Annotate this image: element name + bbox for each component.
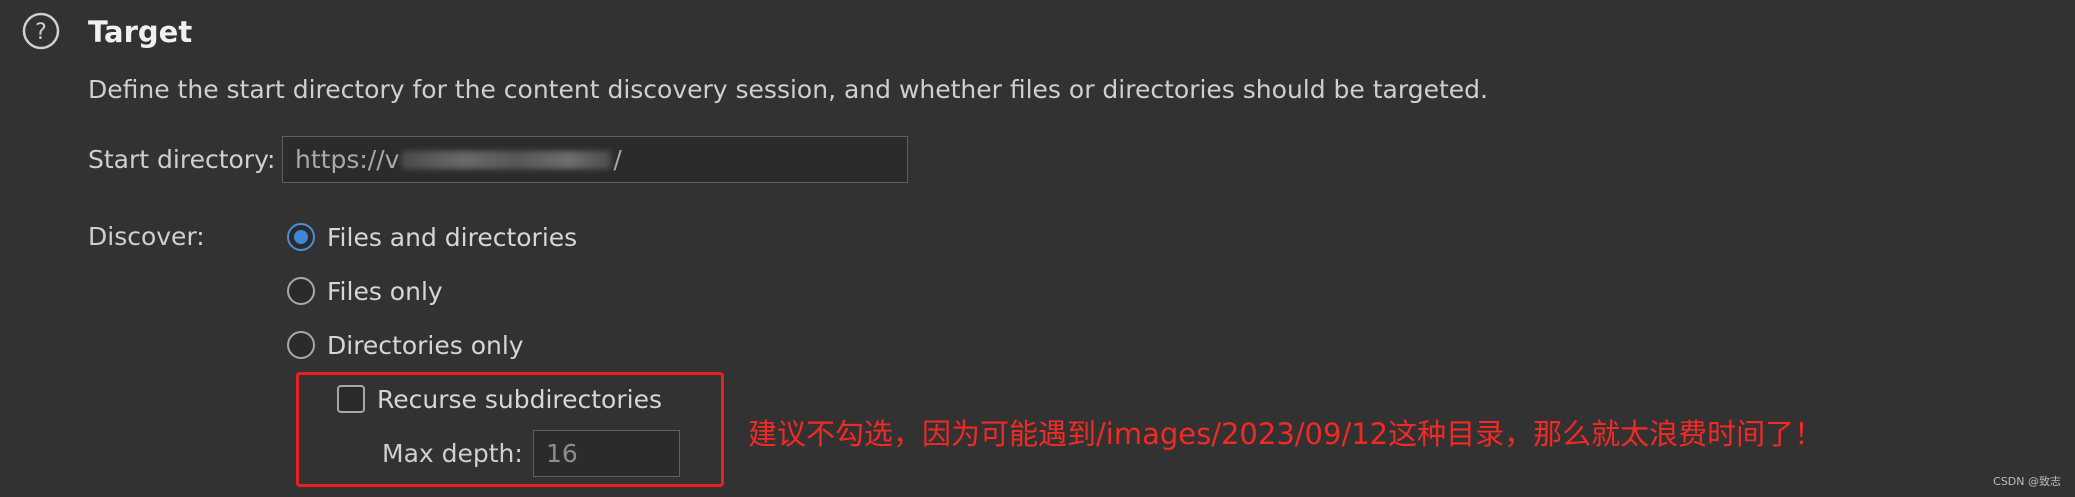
radio-label: Directories only (327, 330, 524, 360)
start-directory-value-suffix: / (613, 145, 622, 174)
start-directory-value-prefix: https://v (295, 145, 400, 174)
radio-files-only[interactable]: Files only (287, 271, 443, 311)
section-description: Define the start directory for the conte… (88, 75, 1488, 104)
radio-button-checked[interactable] (287, 223, 315, 251)
radio-label: Files and directories (327, 222, 578, 252)
radio-files-and-directories[interactable]: Files and directories (287, 217, 577, 257)
radio-directories-only[interactable]: Directories only (287, 325, 524, 365)
redacted-host (401, 150, 612, 169)
svg-text:?: ? (35, 20, 47, 45)
annotation-highlight-box (296, 372, 724, 487)
watermark: CSDN @致志 (1993, 475, 2061, 488)
start-directory-label: Start directory: (88, 145, 276, 174)
section-title: Target (88, 15, 193, 49)
start-directory-input[interactable]: https://v / (282, 136, 908, 183)
radio-button[interactable] (287, 277, 315, 305)
help-icon[interactable]: ? (22, 12, 60, 50)
discover-label: Discover: (88, 222, 205, 251)
radio-button[interactable] (287, 331, 315, 359)
radio-label: Files only (327, 276, 443, 306)
annotation-text: 建议不勾选，因为可能遇到/images/2023/09/12这种目录，那么就太浪… (748, 417, 1824, 451)
